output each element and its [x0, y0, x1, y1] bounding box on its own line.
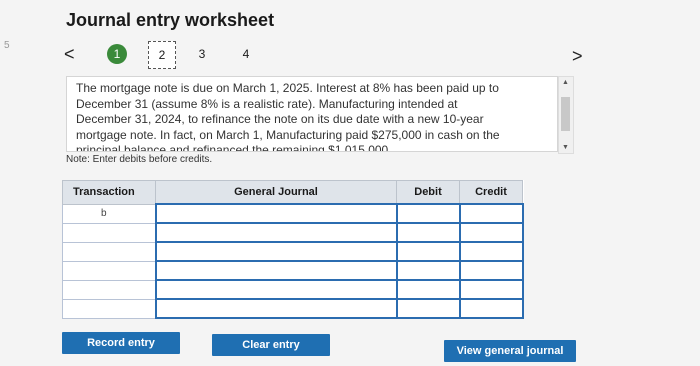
table-row: [62, 279, 524, 300]
account-input[interactable]: [154, 241, 398, 262]
table-row: [62, 222, 524, 243]
clear-entry-button[interactable]: Clear entry: [212, 334, 330, 356]
account-input[interactable]: [154, 222, 398, 243]
next-arrow-icon[interactable]: >: [572, 46, 583, 67]
transaction-cell: b: [62, 203, 156, 224]
step-3-button[interactable]: 3: [192, 44, 212, 64]
debit-input[interactable]: [395, 241, 461, 262]
debit-input[interactable]: [395, 222, 461, 243]
record-entry-button[interactable]: Record entry: [62, 332, 180, 354]
side-mark: 5: [4, 40, 10, 51]
transaction-cell: [62, 260, 156, 281]
debit-input[interactable]: [395, 298, 461, 319]
transaction-cell: [62, 222, 156, 243]
step-1-button[interactable]: 1: [107, 44, 127, 64]
journal-table: Transaction General Journal Debit Credit…: [62, 180, 524, 319]
debit-input[interactable]: [395, 260, 461, 281]
description-scrollbar[interactable]: ▲ ▼: [558, 76, 574, 154]
credit-input[interactable]: [458, 241, 524, 262]
entry-note: Note: Enter debits before credits.: [66, 154, 213, 165]
table-header-row: Transaction General Journal Debit Credit: [62, 180, 523, 205]
prev-arrow-icon[interactable]: <: [64, 44, 75, 65]
debit-input[interactable]: [395, 279, 461, 300]
transaction-cell: [62, 279, 156, 300]
credit-input[interactable]: [458, 279, 524, 300]
page-title: Journal entry worksheet: [66, 10, 275, 30]
credit-input[interactable]: [458, 203, 524, 224]
step-2-button[interactable]: 2: [148, 41, 176, 69]
general-journal-header: General Journal: [155, 180, 397, 205]
table-row: [62, 260, 524, 281]
account-input[interactable]: [154, 298, 398, 319]
scroll-down-icon[interactable]: ▼: [562, 144, 569, 151]
scroll-up-icon[interactable]: ▲: [562, 79, 569, 86]
transaction-cell: [62, 298, 156, 319]
transaction-cell: [62, 241, 156, 262]
credit-input[interactable]: [458, 260, 524, 281]
credit-input[interactable]: [458, 298, 524, 319]
account-input[interactable]: [154, 203, 398, 224]
description-box: The mortgage note is due on March 1, 202…: [66, 76, 558, 152]
credit-header: Credit: [459, 180, 523, 205]
table-row: b: [62, 203, 524, 224]
table-row: [62, 241, 524, 262]
view-general-journal-button[interactable]: View general journal: [444, 340, 576, 362]
account-input[interactable]: [154, 260, 398, 281]
step-4-button[interactable]: 4: [236, 44, 256, 64]
transaction-header: Transaction: [62, 180, 156, 205]
account-input[interactable]: [154, 279, 398, 300]
description-text: The mortgage note is due on March 1, 202…: [76, 81, 500, 152]
debit-header: Debit: [396, 180, 460, 205]
debit-input[interactable]: [395, 203, 461, 224]
scroll-thumb[interactable]: [561, 97, 570, 131]
table-row: [62, 298, 524, 319]
credit-input[interactable]: [458, 222, 524, 243]
